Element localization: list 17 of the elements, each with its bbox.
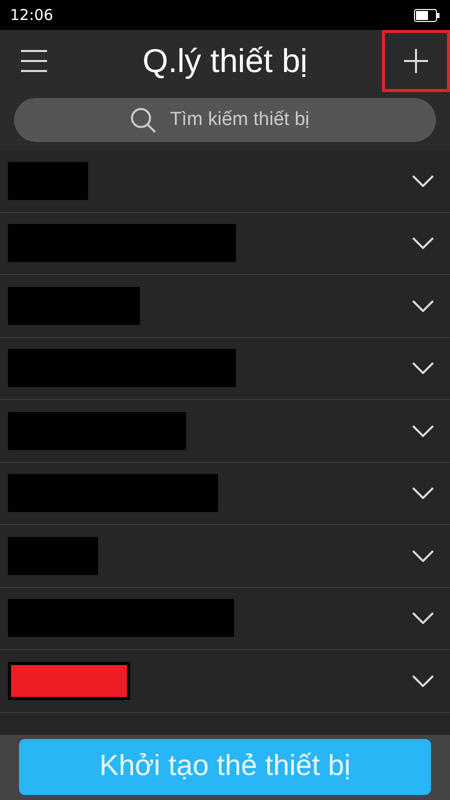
menu-icon — [21, 50, 47, 72]
status-time: 12:06 — [10, 4, 54, 26]
chevron-icon — [412, 362, 434, 374]
add-button[interactable] — [382, 30, 450, 92]
chevron-icon — [412, 300, 434, 312]
chevron-icon — [412, 550, 434, 562]
battery-icon — [414, 8, 440, 22]
chevron-icon — [412, 612, 434, 624]
chevron-icon — [412, 174, 434, 187]
search-field[interactable]: Tìm kiếm thiết bị — [14, 98, 436, 142]
chevron-icon — [412, 424, 434, 437]
create-device-button[interactable]: Khởi tạo thẻ thiết bị — [19, 739, 431, 795]
page-title: Q.lý thiết bị — [142, 41, 308, 82]
plus-icon — [404, 49, 428, 73]
chevron-icon — [412, 237, 434, 250]
chevron-icon — [412, 487, 434, 500]
chevron-icon — [412, 674, 434, 687]
